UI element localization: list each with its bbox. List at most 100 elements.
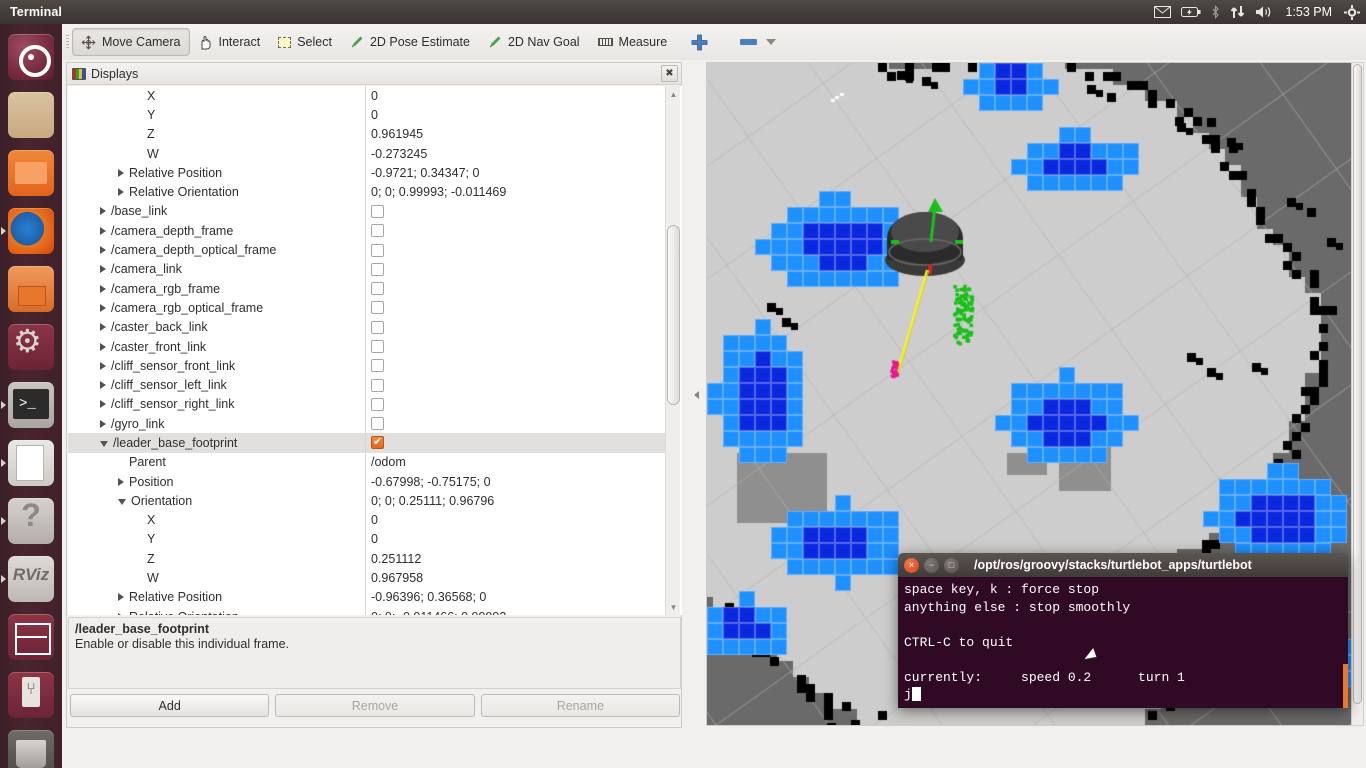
tree-row[interactable]: Z 0.251112 — [68, 549, 665, 569]
tree-row[interactable]: Relative Position -0.96396; 0.36568; 0 — [68, 587, 665, 608]
tree-cell[interactable]: -0.273245 — [365, 143, 665, 164]
launcher-item-system-settings[interactable] — [0, 318, 62, 376]
tree-cell[interactable] — [365, 221, 665, 241]
tree-row[interactable]: /gyro_link — [68, 414, 665, 434]
launcher-item-terminal[interactable]: >_ — [0, 376, 62, 434]
frame-enable-checkbox[interactable] — [371, 417, 384, 431]
tree-row[interactable]: /camera_link — [68, 259, 665, 279]
tree-row[interactable]: Parent/odom — [68, 452, 665, 472]
view-scrollbar[interactable] — [1351, 62, 1364, 726]
launcher-item-usb-drive[interactable]: ⑂ — [0, 666, 62, 724]
chevron-right-icon[interactable] — [100, 284, 106, 293]
terminal-window[interactable]: × − □ /opt/ros/groovy/stacks/turtlebot_a… — [898, 553, 1348, 708]
tree-row[interactable]: Relative Position -0.9721; 0.34347; 0 — [68, 163, 665, 183]
tree-row[interactable]: Z 0.961945 — [68, 124, 665, 144]
tool-2d-pose-estimate[interactable]: 2D Pose Estimate — [341, 28, 479, 56]
close-icon[interactable]: × — [904, 557, 919, 573]
tree-row[interactable]: Y0 — [68, 529, 665, 550]
tree-cell[interactable]: 0; 0; 0.25111; 0.96796 — [365, 491, 665, 511]
tool-interact[interactable]: Interact — [190, 28, 270, 56]
scroll-down-arrow[interactable]: ▼ — [667, 600, 680, 614]
chevron-down-icon[interactable] — [100, 440, 108, 447]
tree-cell[interactable]: 0 — [365, 529, 665, 550]
tree-cell[interactable] — [365, 317, 665, 337]
rename-button[interactable]: Rename — [480, 694, 680, 717]
chevron-right-icon[interactable] — [100, 419, 106, 428]
chevron-right-icon[interactable] — [100, 246, 106, 255]
frame-enable-checkbox[interactable] — [371, 262, 384, 276]
frame-enable-checkbox[interactable] — [371, 282, 384, 296]
tree-cell[interactable]: 0.967958 — [365, 568, 665, 588]
remove-button[interactable]: Remove — [275, 694, 475, 717]
tree-cell[interactable]: -0.96396; 0.36568; 0 — [365, 587, 665, 608]
volume-icon[interactable] — [1255, 5, 1273, 19]
add-tool-button[interactable] — [682, 28, 717, 56]
chevron-right-icon[interactable] — [118, 593, 124, 602]
chevron-right-icon[interactable] — [100, 265, 106, 274]
launcher-item-trash[interactable] — [0, 724, 62, 768]
add-button[interactable]: Add — [70, 694, 270, 717]
chevron-right-icon[interactable] — [100, 400, 106, 409]
tree-row[interactable]: W 0.967958 — [68, 568, 665, 588]
launcher-item-files[interactable] — [0, 144, 62, 202]
tree-cell[interactable]: /odom — [365, 452, 665, 472]
frame-enable-checkbox[interactable] — [371, 301, 384, 315]
toolbar-grip[interactable] — [62, 24, 72, 60]
chevron-right-icon[interactable] — [118, 168, 124, 177]
tree-row[interactable]: W -0.273245 — [68, 143, 665, 164]
chevron-right-icon[interactable] — [118, 477, 124, 486]
tree-cell[interactable] — [365, 240, 665, 260]
tool-move-camera[interactable]: Move Camera — [72, 28, 190, 56]
launcher-item-workspace-switcher[interactable] — [0, 608, 62, 666]
tree-row[interactable]: X0 — [68, 510, 665, 530]
frame-enable-checkbox[interactable] — [371, 435, 384, 450]
tree-row[interactable]: Y0 — [68, 105, 665, 125]
tree-row[interactable]: /caster_back_link — [68, 317, 665, 337]
chevron-right-icon[interactable] — [100, 303, 106, 312]
displays-tree-scrollbar[interactable]: ▲ ▼ — [665, 86, 680, 615]
tree-row[interactable]: Orientation 0; 0; 0.25111; 0.96796 — [68, 491, 665, 511]
displays-tree[interactable]: X 0 Y 0 Z 0.961945 W -0.273245 Relative Position… — [68, 86, 682, 615]
tree-cell[interactable] — [365, 259, 665, 279]
tree-cell[interactable]: 0; 0; -0.011466; 0.99993 — [365, 607, 665, 615]
tree-cell[interactable] — [365, 394, 665, 415]
frame-enable-checkbox[interactable] — [371, 359, 384, 373]
window-app-title[interactable]: Terminal — [10, 5, 62, 19]
maximize-icon[interactable]: □ — [944, 557, 959, 573]
scroll-up-arrow[interactable]: ▲ — [667, 87, 680, 101]
tree-row[interactable]: /camera_depth_frame — [68, 221, 665, 241]
tree-cell[interactable]: -0.67998; -0.75175; 0 — [365, 471, 665, 492]
launcher-item-help[interactable]: ? — [0, 492, 62, 550]
frame-enable-checkbox[interactable] — [371, 378, 384, 392]
frame-enable-checkbox[interactable] — [371, 204, 384, 218]
tool-measure[interactable]: Measure — [589, 28, 677, 56]
launcher-item-software-center[interactable] — [0, 260, 62, 318]
launcher-item-firefox[interactable] — [0, 202, 62, 260]
tree-row[interactable]: /cliff_sensor_right_link — [68, 394, 665, 415]
scrollbar-thumb[interactable] — [667, 225, 680, 405]
session-gear-icon[interactable] — [1344, 4, 1360, 20]
battery-icon[interactable] — [1181, 6, 1201, 18]
tree-cell[interactable] — [365, 433, 665, 453]
tree-cell[interactable]: 0; 0; 0.99993; -0.011469 — [365, 182, 665, 202]
tree-cell[interactable]: 0.251112 — [365, 549, 665, 569]
tree-cell[interactable] — [365, 278, 665, 299]
launcher-item-disk-utility[interactable] — [0, 86, 62, 144]
frame-enable-checkbox[interactable] — [371, 243, 384, 257]
terminal-output[interactable]: space key, k : force stop anything else :… — [898, 577, 1348, 708]
tree-row[interactable]: /camera_rgb_frame — [68, 278, 665, 299]
chevron-right-icon[interactable] — [118, 188, 124, 197]
tree-cell[interactable]: 0 — [365, 105, 665, 125]
tree-cell[interactable]: 0 — [365, 510, 665, 530]
frame-enable-checkbox[interactable] — [371, 397, 384, 411]
terminal-titlebar[interactable]: × − □ /opt/ros/groovy/stacks/turtlebot_a… — [898, 553, 1348, 577]
tree-cell[interactable] — [365, 414, 665, 434]
mail-icon[interactable] — [1154, 6, 1172, 18]
launcher-item-text-editor[interactable] — [0, 434, 62, 492]
remove-tool-button[interactable] — [731, 28, 785, 56]
tree-row[interactable]: Position -0.67998; -0.75175; 0 — [68, 471, 665, 492]
clock[interactable]: 1:53 PM — [1283, 5, 1334, 19]
launcher-item-rviz[interactable]: RViz — [0, 550, 62, 608]
frame-enable-checkbox[interactable] — [371, 224, 384, 238]
tree-row[interactable]: /leader_base_footprint — [68, 433, 665, 453]
